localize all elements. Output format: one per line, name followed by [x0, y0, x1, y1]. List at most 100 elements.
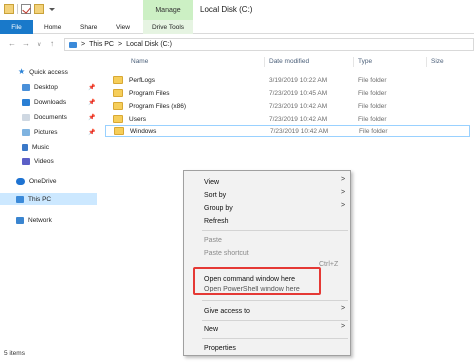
breadcrumb-separator: >	[81, 41, 86, 48]
pin-icon: 📌	[88, 84, 96, 91]
menu-divider	[202, 230, 348, 231]
file-date: 7/23/2019 10:45 AM	[269, 89, 328, 97]
sidebar-item-label: Network	[28, 216, 52, 224]
folder-icon	[113, 89, 123, 97]
network-icon	[16, 216, 24, 224]
this-pc-icon	[16, 195, 24, 203]
list-item[interactable]: Program Files (x86) 7/23/2019 10:42 AM F…	[105, 100, 470, 112]
menu-divider	[202, 300, 348, 301]
submenu-arrow-icon: >	[341, 323, 346, 330]
menu-item-view[interactable]: View	[204, 176, 219, 188]
tab-drive-tools[interactable]: Drive Tools	[143, 20, 193, 34]
quick-access-toolbar	[4, 4, 55, 14]
cloud-icon	[16, 177, 25, 185]
sidebar-item-label: Music	[32, 143, 49, 151]
ribbon-tabs: File Home Share View Drive Tools	[0, 20, 474, 34]
menu-divider	[202, 338, 348, 339]
column-header-type[interactable]: Type	[358, 58, 372, 65]
list-item[interactable]: Users 7/23/2019 10:42 AM File folder	[105, 113, 470, 125]
window-title: Local Disk (C:)	[200, 5, 253, 14]
list-item[interactable]: Program Files 7/23/2019 10:45 AM File fo…	[105, 87, 470, 99]
menu-item-give-access[interactable]: Give access to	[204, 305, 250, 317]
documents-icon	[22, 113, 30, 121]
pin-icon: 📌	[88, 99, 96, 106]
sidebar-item-label: Downloads	[34, 98, 67, 106]
context-menu: View > Sort by > Group by > Refresh Past…	[183, 170, 351, 356]
column-divider[interactable]	[426, 57, 427, 67]
sidebar-item-label: Pictures	[34, 128, 58, 136]
file-type: File folder	[358, 115, 387, 123]
pin-icon: 📌	[88, 129, 96, 136]
menu-divider	[202, 320, 348, 321]
column-divider[interactable]	[353, 57, 354, 67]
address-bar[interactable]: > This PC > Local Disk (C:)	[64, 38, 474, 51]
folder-icon	[113, 115, 123, 123]
file-date: 7/23/2019 10:42 AM	[269, 102, 328, 110]
manage-context-tab[interactable]: Manage	[143, 0, 193, 20]
submenu-arrow-icon: >	[341, 189, 346, 196]
submenu-arrow-icon: >	[341, 202, 346, 209]
menu-item-new[interactable]: New	[204, 323, 218, 335]
downloads-icon	[22, 98, 30, 106]
submenu-arrow-icon: >	[341, 176, 346, 183]
sidebar-item-videos[interactable]: Videos	[22, 155, 119, 167]
sidebar-item-label: OneDrive	[29, 177, 57, 185]
folder-icon[interactable]	[4, 4, 14, 14]
up-arrow-icon[interactable]: ↑	[50, 39, 54, 48]
file-name: Program Files (x86)	[129, 102, 187, 110]
tab-view[interactable]: View	[116, 20, 130, 34]
sidebar-item-this-pc[interactable]: This PC	[0, 193, 97, 205]
sidebar-item-music[interactable]: Music	[22, 141, 119, 153]
list-item[interactable]: PerfLogs 3/19/2019 10:22 AM File folder	[105, 74, 470, 86]
file-type: File folder	[358, 102, 387, 110]
menu-item-paste-shortcut[interactable]: Paste shortcut	[204, 247, 249, 259]
tab-home[interactable]: Home	[44, 20, 61, 34]
sidebar-item-network[interactable]: Network	[16, 214, 113, 226]
sidebar-item-quick-access[interactable]: ★ Quick access	[18, 66, 115, 78]
new-folder-icon[interactable]	[34, 4, 44, 14]
column-header-date[interactable]: Date modified	[269, 58, 309, 65]
address-row: ← → ∨ ↑ > This PC > Local Disk (C:)	[0, 36, 474, 52]
pin-icon: 📌	[88, 114, 96, 121]
file-date: 3/19/2019 10:22 AM	[269, 76, 328, 84]
list-item-selected[interactable]: Windows 7/23/2019 10:42 AM File folder	[105, 125, 470, 137]
breadcrumb-separator: >	[118, 41, 123, 48]
status-item-count: 5 items	[4, 350, 25, 357]
tab-file[interactable]: File	[0, 20, 33, 34]
highlight-box	[193, 267, 321, 295]
file-name: PerfLogs	[129, 76, 156, 84]
this-pc-icon	[69, 41, 77, 48]
breadcrumb-this-pc[interactable]: This PC	[89, 41, 114, 48]
breadcrumb-local-disk[interactable]: Local Disk (C:)	[126, 41, 172, 48]
column-header-size[interactable]: Size	[431, 58, 444, 65]
tab-share[interactable]: Share	[80, 20, 97, 34]
forward-arrow-icon[interactable]: →	[22, 39, 30, 48]
folder-icon	[114, 127, 124, 135]
star-icon: ★	[18, 67, 26, 76]
sidebar-item-onedrive[interactable]: OneDrive	[16, 175, 113, 187]
file-type: File folder	[359, 127, 388, 135]
sidebar-item-label: Videos	[34, 157, 54, 165]
sidebar-item-label: This PC	[28, 195, 52, 203]
menu-item-sort-by[interactable]: Sort by	[204, 189, 226, 201]
desktop-icon	[22, 83, 30, 91]
file-type: File folder	[358, 76, 387, 84]
menu-item-properties[interactable]: Properties	[204, 342, 236, 354]
file-name: Program Files	[129, 89, 170, 97]
column-divider[interactable]	[264, 57, 265, 67]
videos-icon	[22, 157, 30, 165]
properties-check-icon[interactable]	[21, 4, 31, 14]
customize-toolbar-caret-icon[interactable]	[49, 7, 55, 11]
file-date: 7/23/2019 10:42 AM	[269, 115, 328, 123]
pictures-icon	[22, 128, 30, 136]
sidebar-item-label: Documents	[34, 113, 67, 121]
column-header-name[interactable]: Name	[131, 58, 148, 65]
menu-item-refresh[interactable]: Refresh	[204, 215, 229, 227]
back-arrow-icon[interactable]: ←	[8, 39, 16, 48]
recent-locations-chevron-icon[interactable]: ∨	[37, 41, 41, 48]
file-type: File folder	[358, 89, 387, 97]
navigation-pane: ★ Quick access Desktop 📌 Downloads 📌 Doc…	[0, 56, 97, 346]
menu-item-paste[interactable]: Paste	[204, 234, 222, 246]
sidebar-item-label: Quick access	[29, 68, 68, 76]
menu-item-group-by[interactable]: Group by	[204, 202, 233, 214]
